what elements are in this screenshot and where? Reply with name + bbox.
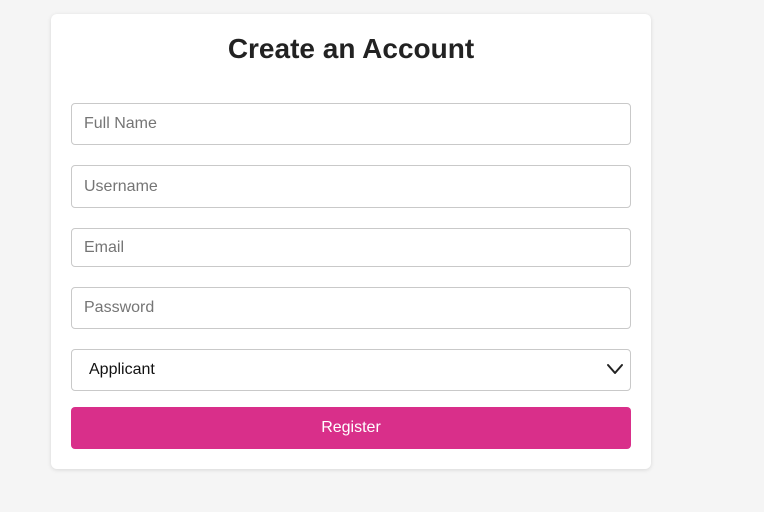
role-select-value: Applicant — [89, 361, 155, 378]
role-select[interactable]: Applicant — [71, 349, 631, 391]
email-input[interactable] — [71, 228, 631, 267]
full-name-input[interactable] — [71, 103, 631, 145]
page-title: Create an Account — [227, 33, 475, 64]
register-card: Create an Account Applicant Register — [51, 14, 651, 469]
chevron-down-icon — [607, 364, 623, 374]
register-button[interactable]: Register — [71, 407, 631, 449]
password-input[interactable] — [71, 287, 631, 329]
username-input[interactable] — [71, 165, 631, 208]
